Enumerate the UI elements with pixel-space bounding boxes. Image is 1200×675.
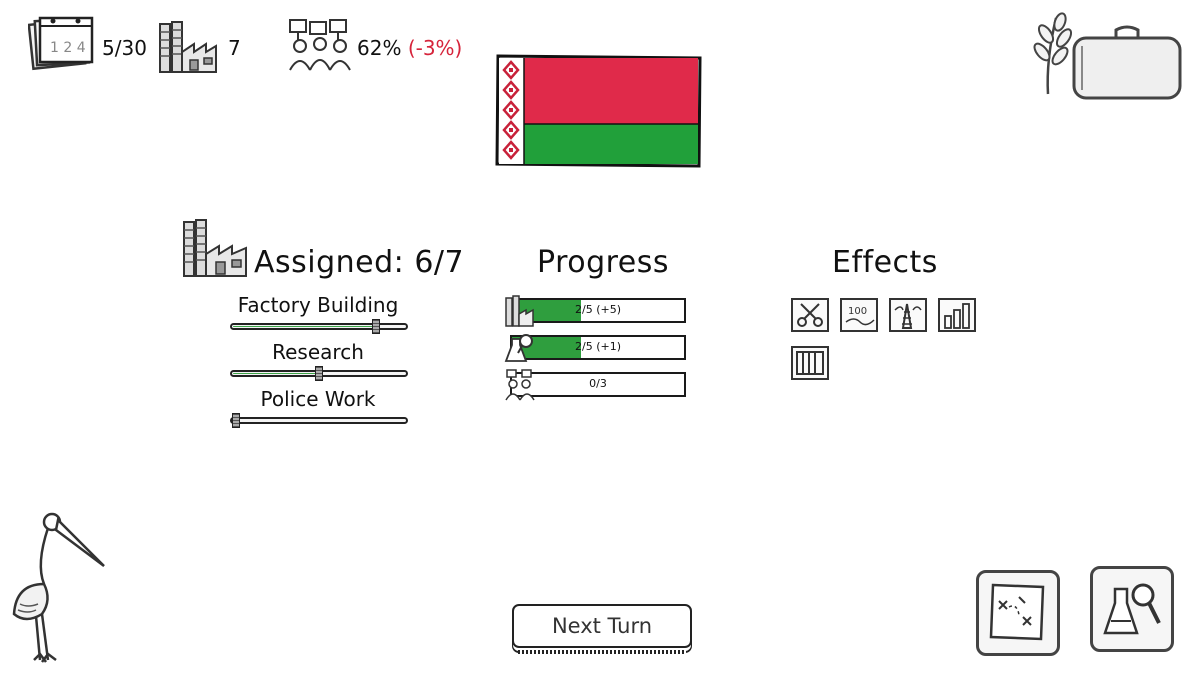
slider-fill (233, 373, 319, 374)
stork-icon (6, 504, 110, 670)
research-icon (1103, 583, 1161, 635)
map-button[interactable] (976, 570, 1060, 656)
research-slider[interactable] (230, 366, 408, 381)
progress-text: 2/5 (+5) (575, 303, 621, 316)
police-progress-bar: 0/3 (505, 369, 686, 401)
next-turn-label: Next Turn (551, 614, 653, 638)
research-label: Research (272, 340, 364, 364)
map-icon (989, 583, 1045, 641)
factory-building-slider[interactable] (230, 319, 408, 334)
effects-heading: Effects (832, 245, 938, 280)
approval-rating: 62% (-3%) (357, 36, 462, 60)
document-effect-icon[interactable]: 100 (840, 298, 878, 332)
factory-progress-bar: 2/5 (+5) (505, 295, 686, 327)
suitcase-icon[interactable] (1070, 24, 1184, 102)
svg-text:1 2 4: 1 2 4 (50, 40, 86, 56)
progress-text: 2/5 (+1) (575, 340, 621, 353)
slider-handle[interactable] (315, 366, 323, 381)
next-turn-button[interactable]: Next Turn (512, 604, 692, 654)
approval-delta: (-3%) (407, 36, 463, 60)
assigned-heading: Assigned: 6/7 (254, 245, 465, 280)
progress-heading: Progress (537, 245, 670, 280)
research-button[interactable] (1090, 566, 1174, 652)
turn-counter: 5/30 (102, 36, 147, 60)
approval-value: 62% (357, 36, 402, 60)
factory-icon (156, 18, 220, 74)
slider-handle[interactable] (232, 413, 240, 428)
country-flag (494, 52, 704, 170)
slider-handle[interactable] (372, 319, 380, 334)
svg-text:100: 100 (848, 306, 867, 317)
workers-factory-icon (180, 216, 250, 278)
factories-count: 7 (228, 36, 241, 60)
factory-building-label: Factory Building (237, 293, 399, 317)
protesters-icon (286, 18, 354, 72)
tower-effect-icon[interactable] (889, 298, 927, 332)
police-work-slider[interactable] (230, 413, 408, 428)
wheat-icon (1026, 10, 1074, 96)
scissors-effect-icon[interactable] (791, 298, 829, 332)
research-progress-bar: 2/5 (+1) (504, 334, 686, 362)
grid-effect-icon[interactable] (791, 346, 829, 380)
chart-effect-icon[interactable] (938, 298, 976, 332)
progress-text: 0/3 (589, 377, 607, 390)
slider-fill (233, 326, 377, 327)
calendar-icon: 1 2 4 (27, 14, 98, 72)
police-work-label: Police Work (260, 387, 376, 411)
